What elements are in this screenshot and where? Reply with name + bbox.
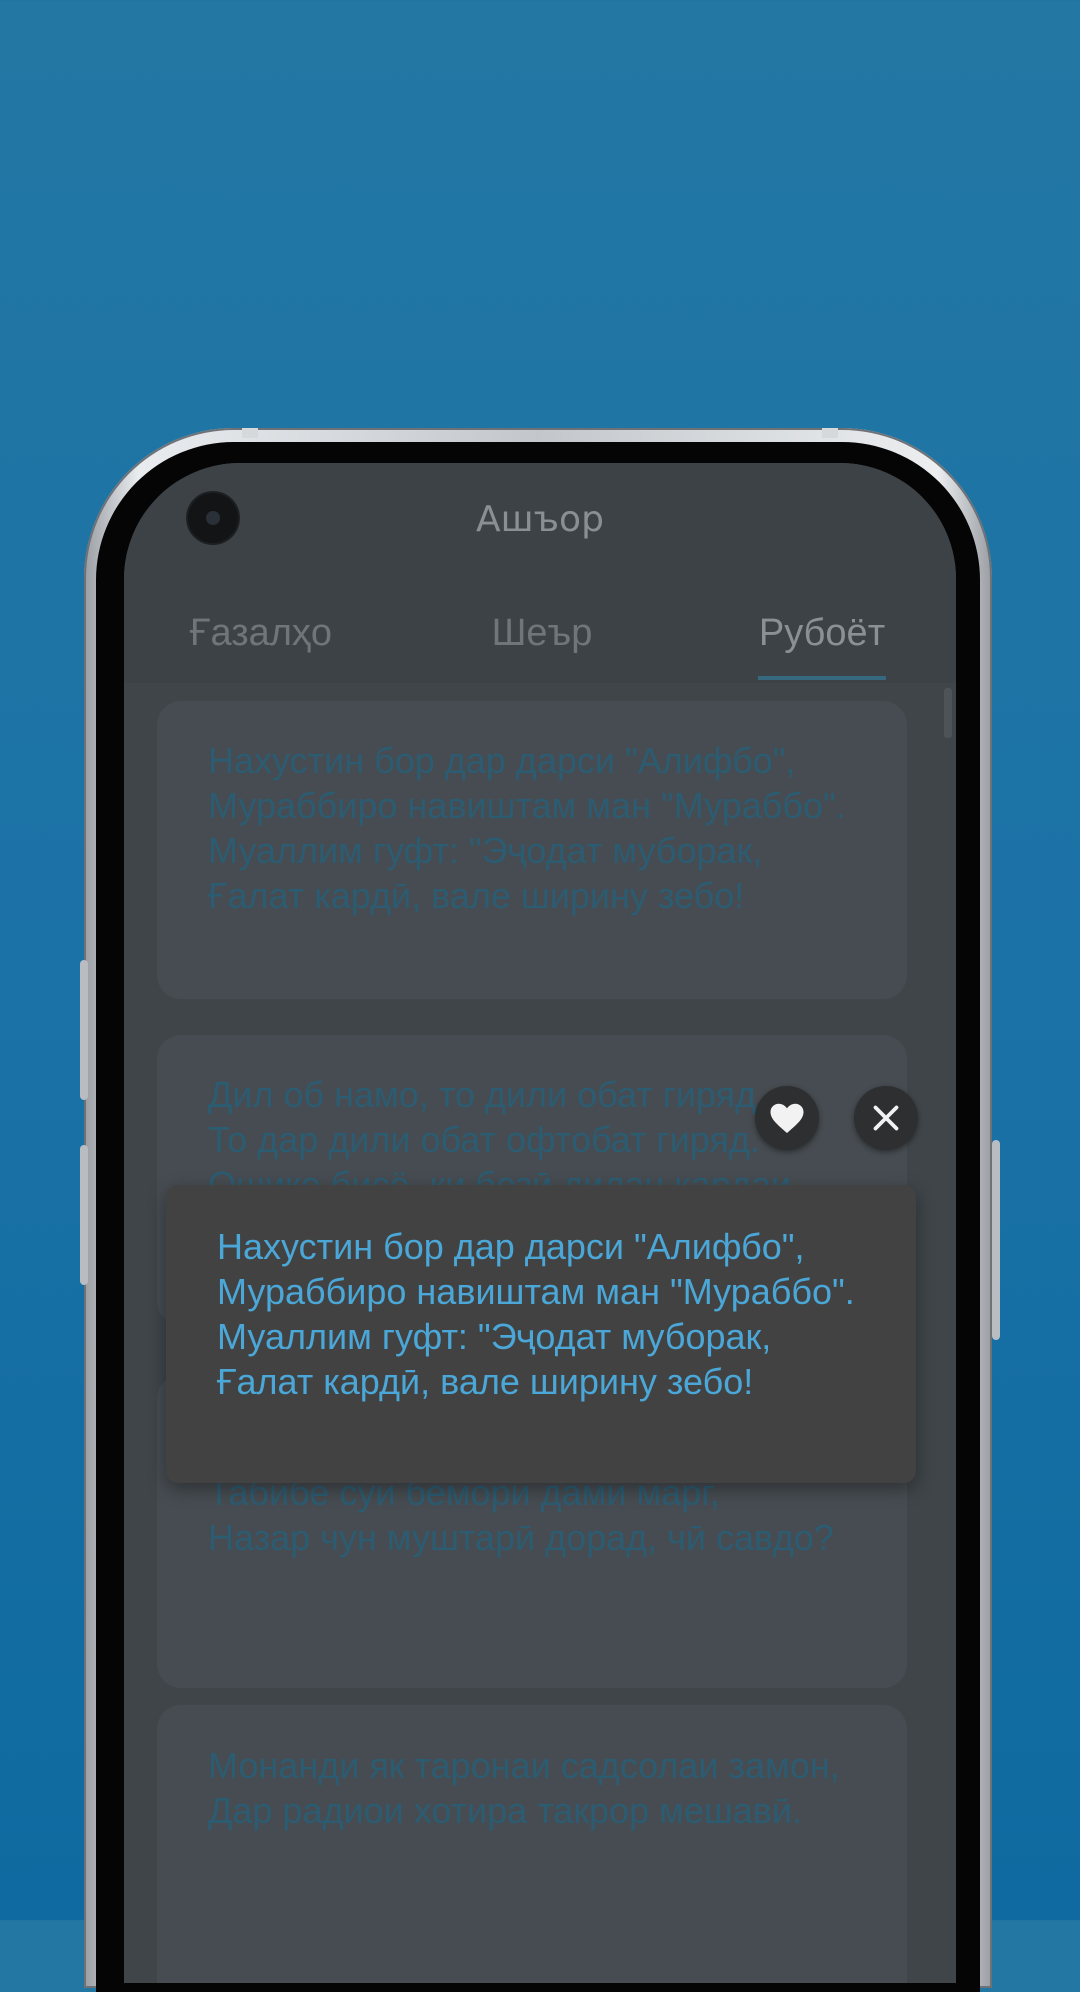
heart-icon (770, 1103, 804, 1133)
antenna-band (822, 428, 838, 438)
volume-down-button (80, 1145, 88, 1285)
popup-poem-text: Нахустин бор дар дарси "Алифбо", Мурабби… (217, 1226, 855, 1402)
list-item[interactable]: Нахустин бор дар дарси "Алифбо", Мурабби… (157, 701, 907, 999)
app-title: Ашъор (476, 499, 604, 540)
poem-text: Нахустин бор дар дарси "Алифбо", Мурабби… (208, 740, 846, 916)
tab-ghazals[interactable]: Ғазалҳо (161, 603, 361, 681)
scrollbar[interactable] (944, 688, 952, 738)
favorite-button[interactable] (755, 1086, 819, 1150)
close-icon (873, 1105, 899, 1131)
poem-popup: Нахустин бор дар дарси "Алифбо", Мурабби… (166, 1185, 916, 1483)
antenna-band (242, 428, 258, 438)
volume-up-button (80, 960, 88, 1100)
active-tab-indicator (758, 676, 886, 680)
close-button[interactable] (854, 1086, 918, 1150)
list-item[interactable]: Монанди як таронаи садсолаи замон, Дар р… (157, 1705, 907, 1983)
tab-poems[interactable]: Шеър (442, 603, 642, 681)
power-button (992, 1140, 1000, 1340)
tab-bar: Ғазалҳо Шеър Рубоёт (124, 603, 956, 683)
app-header: Ашъор Ғазалҳо Шеър Рубоёт (124, 463, 956, 683)
tab-rubaiyat[interactable]: Рубоёт (722, 603, 922, 681)
poem-text: Монанди як таронаи садсолаи замон, Дар р… (208, 1745, 840, 1831)
